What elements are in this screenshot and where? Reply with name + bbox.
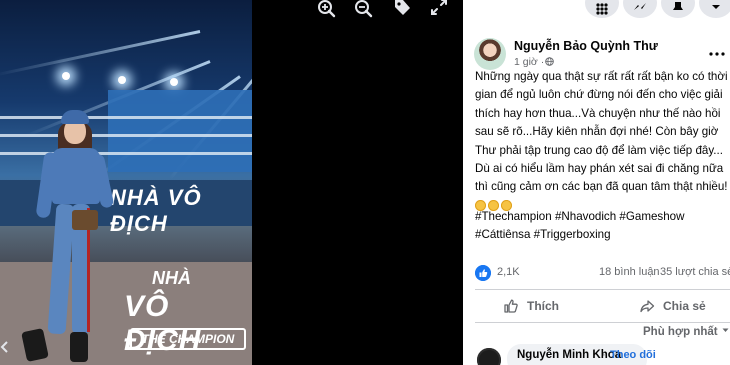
- zoom-out-icon[interactable]: [353, 0, 375, 20]
- divider: [475, 322, 730, 323]
- post-text: Những ngày qua thật sự rất rất rất bận k…: [475, 68, 729, 215]
- hashtag-link[interactable]: #Triggerboxing: [534, 228, 611, 241]
- post-author-name[interactable]: Nguyễn Bảo Quỳnh Thư: [514, 39, 658, 53]
- hashtag-link[interactable]: #Thechampion: [475, 210, 552, 223]
- post-text-line: sau sẽ rõ...Hãy kiên nhẫn đợi nhé! Còn b…: [475, 125, 719, 139]
- fullscreen-icon[interactable]: [428, 0, 450, 20]
- comment-count[interactable]: 18 bình luận: [599, 266, 660, 278]
- account-menu-icon[interactable]: [699, 0, 730, 18]
- menu-grid-icon[interactable]: [585, 0, 619, 18]
- post-side-panel: Nguyễn Bảo Quỳnh Thư 1 giờ · Những ngày …: [463, 0, 730, 365]
- hashtag-link[interactable]: #Gameshow: [619, 210, 684, 223]
- zoom-in-icon[interactable]: [316, 0, 338, 20]
- post-text-line: Dù ai có hiểu lầm hay phán xét sai đi ch…: [475, 161, 724, 175]
- hashtags: #Thechampion #Nhavodich #Gameshow #Cátti…: [475, 208, 685, 245]
- arena-screen: [108, 90, 252, 172]
- like-button[interactable]: Thích: [503, 296, 583, 318]
- person-cap: [61, 110, 89, 124]
- post-timestamp[interactable]: 1 giờ ·: [514, 56, 544, 68]
- share-button[interactable]: Chia sẻ: [639, 296, 719, 318]
- share-count[interactable]: 35 lượt chia sẻ: [660, 266, 730, 278]
- separator-dot: ·: [602, 349, 606, 361]
- thumbs-up-icon: [504, 299, 518, 313]
- ring-banner-text: NHÀ VÔ ĐỊCH: [110, 185, 202, 236]
- globe-icon: [545, 57, 554, 66]
- share-button-label: Chia sẻ: [663, 299, 706, 313]
- post-text-line: thích hay hơn thua...Và chuyện như thế n…: [475, 106, 721, 120]
- stage-lamp: [118, 76, 126, 84]
- post-text-line: thì cũng cảm ơn các bạn đã quan tâm thật…: [475, 180, 728, 194]
- photo-viewer: NHÀ VÔ ĐỊCH NHÀ VÔ ĐỊCH THE CHAMPION: [0, 0, 463, 365]
- share-arrow-icon: [640, 300, 655, 313]
- notifications-icon[interactable]: [661, 0, 695, 18]
- comment-sort-dropdown[interactable]: Phù hợp nhất: [643, 326, 729, 338]
- ring-rope: [0, 116, 252, 119]
- more-options-icon[interactable]: [709, 46, 725, 60]
- commenter-avatar[interactable]: [477, 348, 501, 365]
- author-avatar[interactable]: [474, 38, 506, 70]
- follow-link[interactable]: Theo dõi: [610, 349, 656, 361]
- stage-light-beam: [0, 30, 201, 77]
- thumbs-up-icon[interactable]: [475, 265, 491, 281]
- person-boot: [70, 332, 88, 362]
- post-photo[interactable]: NHÀ VÔ ĐỊCH NHÀ VÔ ĐỊCH THE CHAMPION: [0, 0, 252, 365]
- tag-icon[interactable]: [391, 0, 413, 20]
- show-logo-line1: NHÀ: [152, 268, 191, 288]
- reaction-summary: 2,1K 18 bình luận 35 lượt chia sẻ: [475, 264, 730, 282]
- top-toolbar: [463, 0, 730, 22]
- messenger-icon[interactable]: [623, 0, 657, 18]
- chevron-down-icon: [722, 328, 729, 332]
- show-logo-line3: THE CHAMPION: [130, 328, 246, 350]
- previous-photo-icon[interactable]: [0, 336, 10, 358]
- stage-lamp: [62, 72, 70, 80]
- post-text-line: Thư phải tập trung cao độ để làm việc ti…: [475, 143, 723, 157]
- post-text-line: gian để ngủ luôn chứ đừng nói đến cho vi…: [475, 88, 723, 102]
- ring-rope: [0, 152, 252, 155]
- post-text-line: Những ngày qua thật sự rất rất rất bận k…: [475, 70, 728, 83]
- like-button-label: Thích: [527, 299, 559, 313]
- ring-rope: [0, 134, 252, 137]
- stage-lamp: [170, 78, 178, 86]
- hashtag-link[interactable]: #Nhavodich: [555, 210, 616, 223]
- divider: [475, 289, 730, 290]
- person-handbag: [72, 210, 98, 230]
- hashtag-link[interactable]: #Cáttiênsa: [475, 228, 530, 241]
- like-count[interactable]: 2,1K: [497, 266, 520, 278]
- comment-sort-label: Phù hợp nhất: [643, 326, 718, 338]
